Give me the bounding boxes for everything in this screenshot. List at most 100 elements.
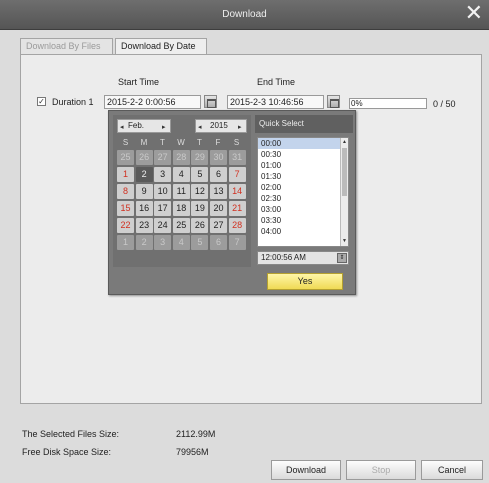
calendar-day[interactable]: 25	[172, 218, 190, 233]
quick-select-item[interactable]: 01:30	[258, 171, 348, 182]
weekday-tue: T	[160, 138, 165, 147]
weekday-row: SMTWTFS	[117, 137, 247, 147]
calendar-day[interactable]: 5	[191, 167, 209, 182]
scroll-up-icon[interactable]: ▲	[341, 139, 348, 145]
calendar-day-other-month[interactable]: 29	[191, 150, 209, 165]
calendar: ◂ Feb. ▸ ◂ 2015 ▸ SMTWTFS 25 26 27 28 29 30 31…	[113, 115, 251, 267]
time-spinner-icon[interactable]: ⇕	[337, 253, 347, 263]
free-space-value: 79956M	[176, 447, 209, 457]
download-button[interactable]: Download	[271, 460, 341, 480]
calendar-day-other-month[interactable]: 26	[135, 150, 153, 165]
start-calendar-icon[interactable]	[204, 95, 217, 108]
calendar-day[interactable]: 2	[135, 167, 153, 182]
free-space-label: Free Disk Space Size:	[22, 447, 112, 457]
calendar-day[interactable]: 28	[228, 218, 246, 233]
quick-select-item[interactable]: 01:00	[258, 160, 348, 171]
window-title: Download	[222, 9, 267, 20]
quick-select-item[interactable]: 04:00	[258, 226, 348, 237]
calendar-day-other-month[interactable]: 3	[154, 235, 172, 250]
calendar-day-other-month[interactable]: 27	[154, 150, 172, 165]
calendar-day[interactable]: 3	[154, 167, 172, 182]
calendar-day-other-month[interactable]: 30	[210, 150, 227, 165]
year-spinner[interactable]: ◂ 2015 ▸	[195, 119, 247, 133]
calendar-day[interactable]: 11	[172, 184, 190, 199]
calendar-day-other-month[interactable]: 4	[172, 235, 190, 250]
tab-download-by-date[interactable]: Download By Date	[115, 38, 207, 54]
quick-select-item[interactable]: 02:30	[258, 193, 348, 204]
scroll-down-icon[interactable]: ▼	[341, 238, 348, 244]
calendar-day[interactable]: 13	[210, 184, 227, 199]
calendar-day[interactable]: 4	[172, 167, 190, 182]
year-next-icon[interactable]: ▸	[238, 122, 242, 134]
weekday-wed: W	[177, 138, 185, 147]
calendar-day-other-month[interactable]: 2	[135, 235, 153, 250]
calendar-day-other-month[interactable]: 28	[172, 150, 190, 165]
calendar-day[interactable]: 12	[191, 184, 209, 199]
end-calendar-icon[interactable]	[327, 95, 340, 108]
selected-size-label: The Selected Files Size:	[22, 429, 120, 439]
calendar-day[interactable]: 14	[228, 184, 246, 199]
calendar-day-other-month[interactable]: 25	[117, 150, 134, 165]
calendar-day[interactable]: 26	[191, 218, 209, 233]
year-prev-icon[interactable]: ◂	[198, 122, 202, 134]
quick-select-scrollbar[interactable]: ▲ ▼	[340, 138, 348, 246]
duration-checkbox[interactable]: ✓	[37, 97, 46, 106]
time-field[interactable]: 12:00:56 AM ⇕	[257, 251, 349, 265]
calendar-day[interactable]: 19	[191, 201, 209, 216]
month-prev-icon[interactable]: ◂	[120, 122, 124, 134]
title-bar: Download ✕	[0, 0, 489, 30]
end-time-field[interactable]: 2015-2-3 10:46:56	[227, 95, 324, 109]
calendar-day[interactable]: 22	[117, 218, 134, 233]
yes-button[interactable]: Yes	[267, 273, 343, 290]
cancel-button[interactable]: Cancel	[421, 460, 483, 480]
calendar-day[interactable]: 27	[210, 218, 227, 233]
calendar-day[interactable]: 16	[135, 201, 153, 216]
duration-label: Duration 1	[52, 97, 94, 107]
stop-button[interactable]: Stop	[346, 460, 416, 480]
progress-bar: 0%	[349, 98, 427, 109]
month-spinner[interactable]: ◂ Feb. ▸	[117, 119, 171, 133]
calendar-day[interactable]: 9	[135, 184, 153, 199]
start-time-field[interactable]: 2015-2-2 0:00:56	[104, 95, 201, 109]
calendar-day[interactable]: 6	[210, 167, 227, 182]
calendar-day[interactable]: 20	[210, 201, 227, 216]
time-value: 12:00:56 AM	[261, 253, 306, 262]
calendar-day[interactable]: 23	[135, 218, 153, 233]
close-icon[interactable]: ✕	[465, 1, 483, 25]
quick-select-item[interactable]: 00:00	[258, 138, 348, 149]
month-next-icon[interactable]: ▸	[162, 122, 166, 134]
calendar-day[interactable]: 1	[117, 167, 134, 182]
selected-size-value: 2112.99M	[176, 429, 216, 439]
calendar-day-other-month[interactable]: 5	[191, 235, 209, 250]
weekday-mon: M	[140, 138, 148, 147]
calendar-day-other-month[interactable]: 6	[210, 235, 227, 250]
quick-select-list[interactable]: 00:00 00:30 01:00 01:30 02:00 02:30 03:00 03:30…	[257, 137, 349, 247]
calendar-header: ◂ Feb. ▸ ◂ 2015 ▸	[117, 119, 247, 134]
quick-select-item[interactable]: 00:30	[258, 149, 348, 160]
weekday-thu: T	[197, 138, 202, 147]
calendar-day[interactable]: 17	[154, 201, 172, 216]
calendar-day[interactable]: 7	[228, 167, 246, 182]
quick-select-header: Quick Select	[255, 115, 353, 133]
calendar-day[interactable]: 24	[154, 218, 172, 233]
calendar-day[interactable]: 18	[172, 201, 190, 216]
calendar-day-other-month[interactable]: 31	[228, 150, 246, 165]
year-value: 2015	[210, 121, 228, 130]
calendar-day[interactable]: 10	[154, 184, 172, 199]
tab-download-by-files[interactable]: Download By Files	[20, 38, 113, 54]
weekday-sun: S	[122, 138, 129, 147]
quick-select-item[interactable]: 03:00	[258, 204, 348, 215]
quick-select-item[interactable]: 03:30	[258, 215, 348, 226]
calendar-day[interactable]: 15	[117, 201, 134, 216]
quick-select-panel: Quick Select 00:00 00:30 01:00 01:30 02:00 02…	[255, 115, 353, 267]
quick-select-item[interactable]: 02:00	[258, 182, 348, 193]
calendar-day[interactable]: 8	[117, 184, 134, 199]
calendar-day-other-month[interactable]: 1	[117, 235, 134, 250]
calendar-day-other-month[interactable]: 7	[228, 235, 246, 250]
end-time-label: End Time	[257, 77, 296, 87]
calendar-day[interactable]: 21	[228, 201, 246, 216]
download-count: 0 / 50	[433, 99, 456, 109]
month-value: Feb.	[128, 121, 145, 130]
date-picker-popup: ◂ Feb. ▸ ◂ 2015 ▸ SMTWTFS 25 26 27 28 29 30 31…	[108, 110, 356, 295]
scroll-thumb[interactable]	[342, 148, 347, 196]
